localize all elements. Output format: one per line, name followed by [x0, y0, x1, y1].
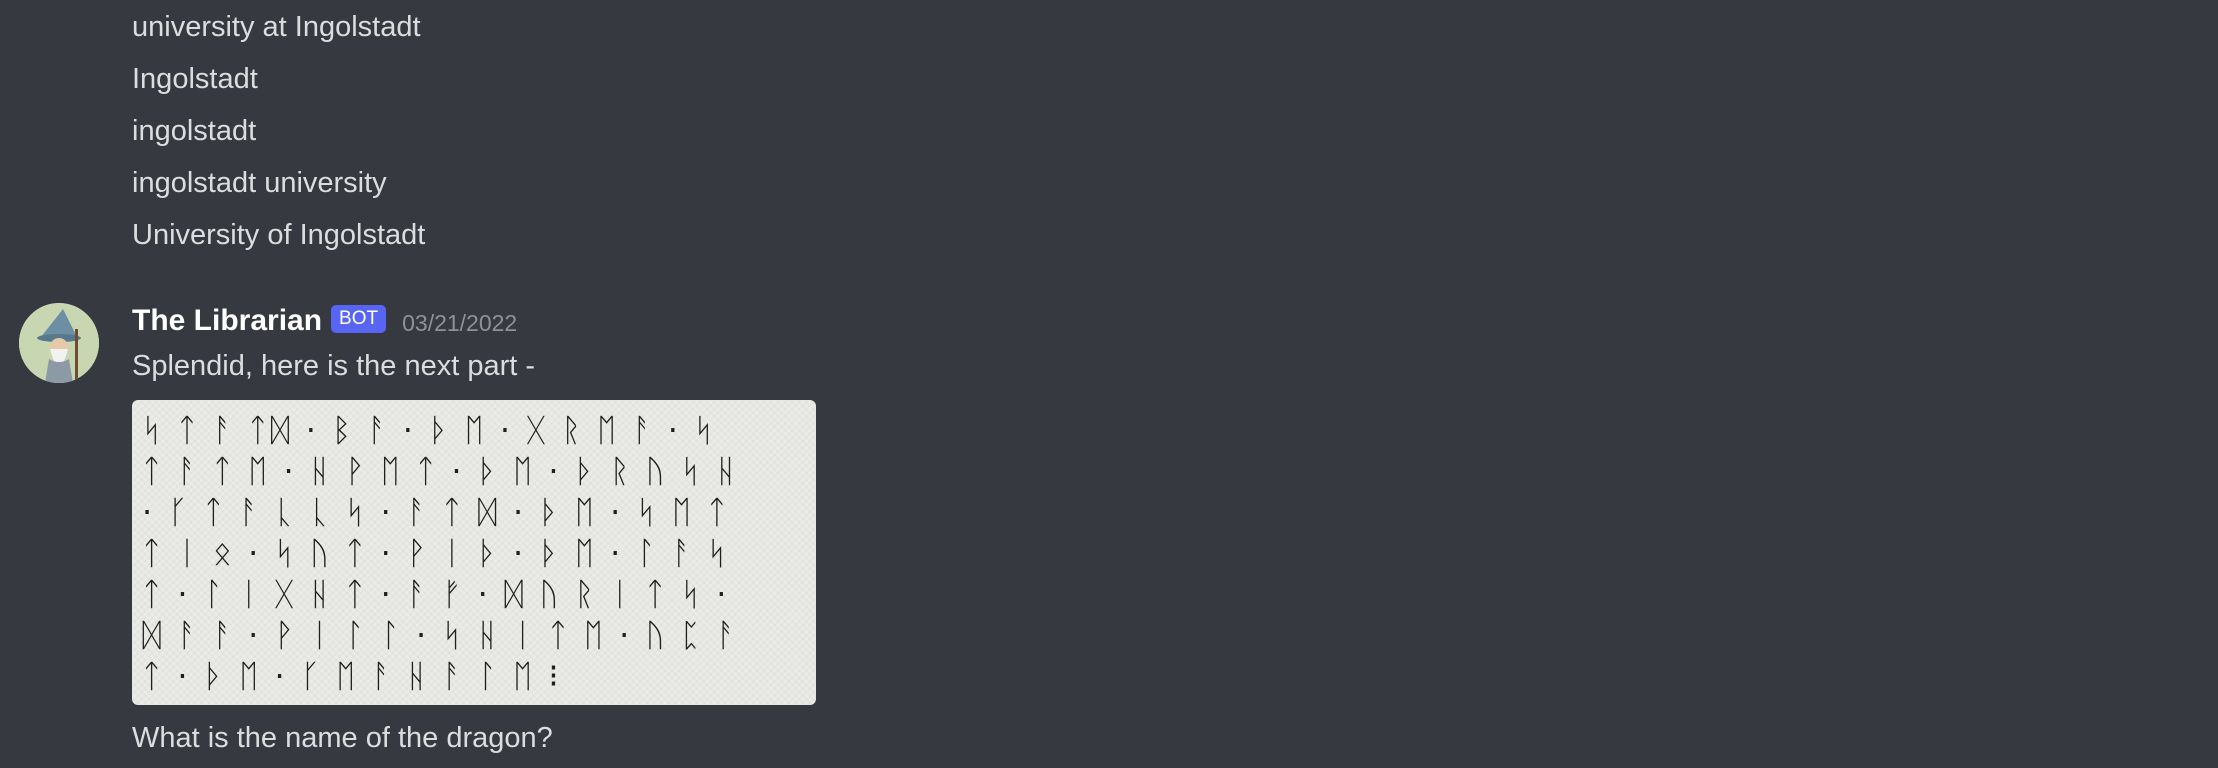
rune-line-4: ᛏ ᛁ ᛟ · ᛋ ᚢ ᛏ · ᚹ ᛁ ᚦ · ᚦ ᛖ · ᛚ ᚨ ᛋ — [142, 534, 730, 572]
author-name[interactable]: The Librarian — [132, 304, 322, 338]
rune-line-6: ᛞ ᚨ ᚨ · ᚹ ᛁ ᛚ ᛚ · ᛋ ᚺ ᛁ ᛏ ᛖ · ᚢ ᛈ ᚨ — [142, 616, 739, 654]
wizard-avatar-icon — [19, 303, 99, 383]
rune-line-1: ᛋ ᛏ ᚨ ᛏᛞ · ᛒ ᚨ · ᚦ ᛖ · ᚷ ᚱ ᛖ ᚨ · ᛋ — [142, 411, 717, 449]
message-text: Splendid, here is the next part - — [132, 350, 536, 382]
previous-message-5: University of Ingolstadt — [132, 219, 426, 251]
question-text: What is the name of the dragon? — [132, 722, 553, 754]
rune-line-2: ᛏ ᚨ ᛏ ᛖ · ᚺ ᚹ ᛖ ᛏ · ᚦ ᛖ · ᚦ ᚱ ᚢ ᛋ ᚺ — [142, 452, 739, 490]
rune-line-5: ᛏ · ᛚ ᛁ ᚷ ᚺ ᛏ · ᚨ ᚠ · ᛞ ᚢ ᚱ ᛁ ᛏ ᛋ · — [142, 575, 730, 613]
avatar[interactable] — [19, 303, 99, 383]
previous-message-2: Ingolstadt — [132, 63, 258, 95]
message-header: The Librarian BOT 03/21/2022 — [132, 301, 517, 341]
message-timestamp: 03/21/2022 — [402, 309, 518, 336]
previous-message-3: ingolstadt — [132, 115, 257, 147]
previous-message-1: university at Ingolstadt — [132, 11, 421, 43]
rune-line-7: ᛏ · ᚦ ᛖ · ᚴ ᛖ ᚨ ᚺ ᚨ ᛚ ᛖ ⁝ — [142, 657, 562, 695]
bot-badge: BOT — [331, 305, 387, 333]
previous-message-4: ingolstadt university — [132, 167, 387, 199]
rune-image-attachment[interactable]: ᛋ ᛏ ᚨ ᛏᛞ · ᛒ ᚨ · ᚦ ᛖ · ᚷ ᚱ ᛖ ᚨ · ᛋ ᛏ ᚨ ᛏ… — [132, 400, 816, 705]
rune-line-3: · ᚴ ᛏ ᚨ ᚳ ᚳ ᛋ · ᚨ ᛏ ᛞ · ᚦ ᛖ · ᛋ ᛖ ᛏ — [142, 493, 730, 531]
